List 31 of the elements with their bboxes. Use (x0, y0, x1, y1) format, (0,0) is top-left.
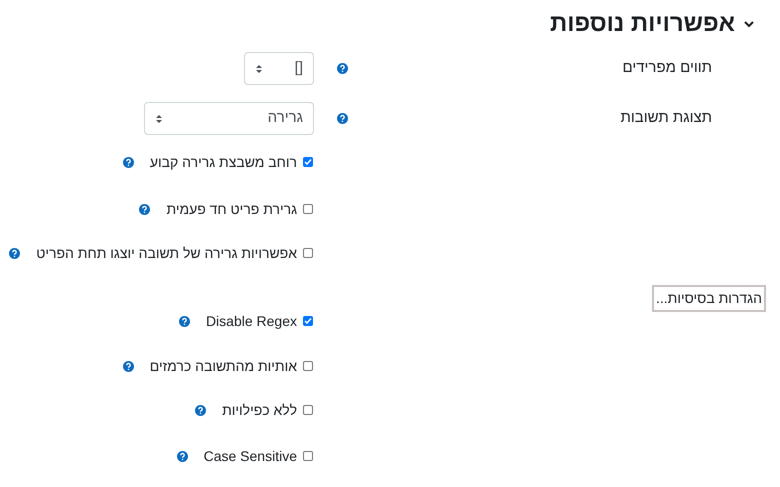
tooltip: הגדרות בסיסיות... (652, 285, 766, 312)
checkbox[interactable] (303, 405, 313, 415)
checkbox-label: ללא כפילויות (222, 400, 297, 420)
checkbox-label: Disable Regex (206, 312, 297, 331)
checkbox-label: רוחב משבצת גרירה קבוע (150, 152, 297, 172)
help-icon[interactable] (336, 63, 348, 74)
checkbox[interactable] (303, 361, 313, 371)
checkbox[interactable] (303, 451, 313, 461)
help-icon[interactable] (122, 360, 134, 372)
sort-arrows-icon (255, 64, 263, 74)
checkbox-label: Case Sensitive (204, 446, 297, 466)
help-icon[interactable] (9, 248, 20, 258)
checkbox-label: גרירת פריט חד פעמית (166, 200, 297, 218)
help-icon[interactable] (139, 204, 150, 214)
sort-arrows-icon (155, 114, 163, 124)
help-icon[interactable] (195, 404, 206, 416)
section-title: אפשרויות נוספות (550, 9, 735, 39)
checkbox[interactable] (303, 248, 313, 258)
checkbox-label: אפשרויות גרירה של תשובה יוצגו תחת הפריט (36, 244, 297, 262)
field-label: תצוגת תשובות (620, 108, 712, 128)
help-icon[interactable] (336, 113, 348, 124)
checkbox[interactable] (303, 157, 313, 167)
select-field[interactable]: [] (244, 52, 314, 85)
field-label: תווים מפרידים (622, 58, 712, 78)
help-icon[interactable] (176, 450, 188, 462)
select-field[interactable]: גרירה (144, 102, 314, 135)
checkbox[interactable] (303, 204, 313, 214)
help-icon[interactable] (122, 156, 134, 168)
checkbox[interactable] (303, 316, 313, 326)
help-icon[interactable] (178, 316, 190, 326)
checkbox-label: אותיות מהתשובה כרמזים (150, 356, 297, 376)
